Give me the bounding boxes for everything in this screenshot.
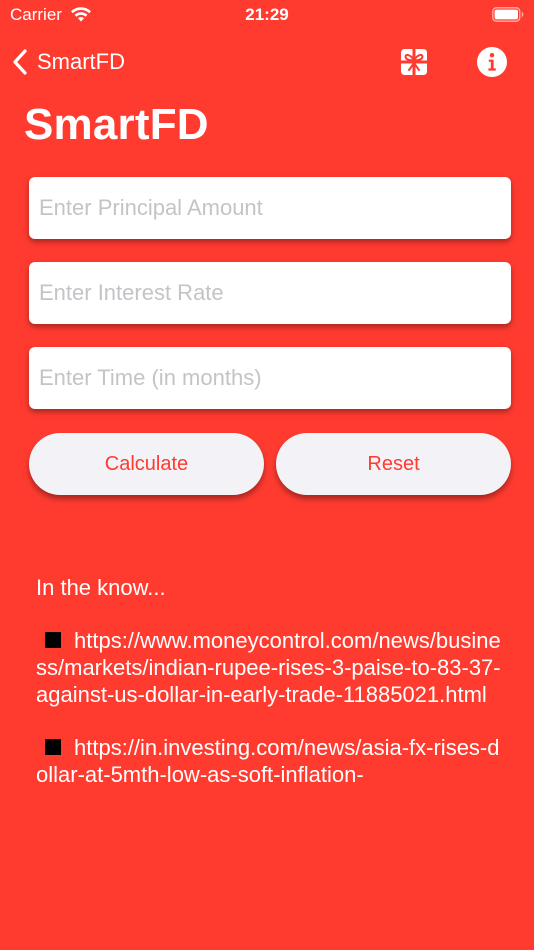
reset-button[interactable]: Reset (276, 433, 511, 495)
news-section: In the know... https://www.moneycontrol.… (36, 574, 506, 809)
gift-icon (401, 49, 427, 75)
principal-amount-input[interactable] (29, 177, 511, 239)
status-time: 21:29 (245, 5, 289, 24)
news-item: https://www.moneycontrol.com/news/busine… (36, 627, 506, 708)
news-link[interactable]: https://www.moneycontrol.com/news/busine… (36, 628, 501, 707)
back-button[interactable]: SmartFD (12, 44, 125, 80)
back-button-label: SmartFD (37, 49, 125, 74)
battery-icon (492, 7, 524, 22)
gift-button[interactable] (396, 44, 432, 80)
status-bar: Carrier 21:29 (0, 0, 534, 32)
time-months-input[interactable] (29, 347, 511, 409)
chevron-left-icon (13, 49, 27, 75)
page-title: SmartFD (24, 100, 209, 149)
info-icon (477, 47, 507, 77)
navigation-bar: SmartFD (0, 40, 534, 84)
calculate-button[interactable]: Calculate (29, 433, 264, 495)
interest-rate-input[interactable] (29, 262, 511, 324)
news-link[interactable]: https://in.investing.com/news/asia-fx-ri… (36, 735, 500, 787)
bullet-square-icon (45, 739, 61, 755)
bullet-square-icon (45, 632, 61, 648)
news-heading: In the know... (36, 575, 166, 600)
news-item: https://in.investing.com/news/asia-fx-ri… (36, 734, 506, 788)
info-button[interactable] (474, 44, 510, 80)
